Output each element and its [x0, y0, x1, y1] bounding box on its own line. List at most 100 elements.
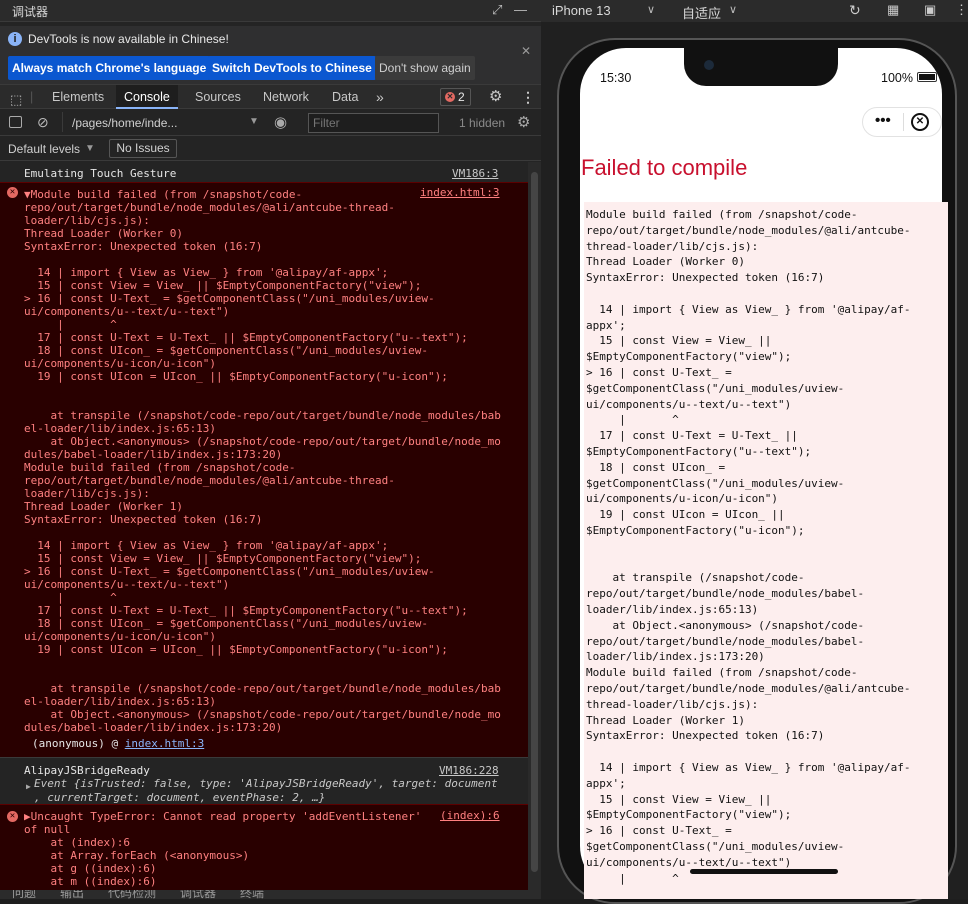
code-line: $EmptyComponentFactory("u-icon");	[586, 524, 805, 537]
phone-notch	[684, 46, 838, 86]
source-link[interactable]: VM186:3	[452, 167, 498, 180]
zoom-chevron-down-icon[interactable]: ∨	[729, 3, 737, 16]
code-line: thread-loader/lib/cjs.js):	[586, 239, 759, 253]
code-line: > 16 | const U-Text_ =	[586, 366, 732, 379]
zoom-select[interactable]: 自适应	[682, 3, 721, 22]
code-line: el-loader/lib/index.js:65:13)	[24, 695, 217, 708]
window-title: 调试器	[12, 5, 49, 19]
code-line: | ^	[24, 591, 117, 604]
tab-console[interactable]: Console	[116, 85, 178, 109]
device-chevron-down-icon[interactable]: ∨	[647, 3, 655, 16]
status-time: 15:30	[600, 71, 632, 85]
console-settings-gear-icon[interactable]: ⚙	[517, 113, 530, 131]
source-link[interactable]: VM186:228	[439, 764, 499, 777]
code-line: repo/out/target/bundle/node_modules/@ali…	[24, 201, 395, 214]
switch-to-chinese-button[interactable]: Switch DevTools to Chinese	[208, 56, 376, 80]
hidden-count: 1 hidden	[459, 116, 506, 130]
event-object-line[interactable]: Event {isTrusted: false, type: 'AlipayJS…	[34, 777, 498, 790]
code-line: 15 | const View = View_ || $EmptyCompone…	[24, 552, 422, 565]
refresh-icon[interactable]: ↻	[849, 2, 861, 19]
code-line: 19 | const UIcon = UIcon_ ||	[586, 508, 785, 522]
code-line: Thread Loader (Worker 1)	[24, 500, 183, 513]
code-line: at transpile (/snapshot/code-repo/out/ta…	[24, 682, 501, 695]
bottom-tab[interactable]: 代码检测	[108, 890, 156, 899]
sidebar-toggle-icon[interactable]	[9, 116, 22, 128]
bottom-panel-tabs: 问题 输出 代码检测 调试器 终端	[0, 890, 541, 899]
minimize-icon[interactable]: —	[514, 2, 527, 17]
code-line: appx';	[586, 318, 626, 332]
capsule-more-icon[interactable]: •••	[875, 112, 891, 129]
code-line: Thread Loader (Worker 0)	[586, 255, 745, 269]
bottom-tab[interactable]: 调试器	[180, 890, 216, 899]
anonymous-link[interactable]: index.html:3	[125, 737, 204, 750]
default-levels-dropdown[interactable]: Default levels	[8, 142, 80, 156]
bottom-tab[interactable]: 终端	[240, 890, 264, 899]
error-count-badge[interactable]: ✕ 2	[440, 88, 471, 106]
code-line: at Object.<anonymous> (/snapshot/code-re…	[24, 435, 501, 448]
code-line: $EmptyComponentFactory("view");	[586, 350, 792, 364]
more-tabs-icon[interactable]: »	[374, 85, 386, 109]
scrollbar-thumb[interactable]	[531, 172, 538, 872]
event-object-line[interactable]: , currentTarget: document, eventPhase: 2…	[34, 791, 325, 804]
code-line: at m ((index):6)	[24, 875, 157, 888]
code-line: > 16 | const U-Text_ = $getComponentClas…	[24, 292, 435, 305]
always-match-language-button[interactable]: Always match Chrome's language	[8, 56, 211, 80]
code-line: 19 | const UIcon = UIcon_ || $EmptyCompo…	[24, 370, 448, 383]
source-link[interactable]: index.html:3	[420, 186, 499, 199]
context-label: /pages/home/inde...	[72, 116, 178, 130]
console-scrollbar[interactable]	[528, 162, 541, 899]
clear-console-icon[interactable]: ⊘	[37, 114, 49, 131]
code-line: 17 | const U-Text = U-Text_ ||	[586, 429, 798, 443]
no-issues-button[interactable]: No Issues	[109, 139, 177, 158]
home-indicator	[690, 869, 838, 874]
code-line: Thread Loader (Worker 1)	[586, 713, 745, 727]
source-link[interactable]: (index):6	[440, 809, 500, 822]
eye-icon[interactable]: ◉	[274, 113, 287, 131]
code-line: appx';	[586, 776, 626, 790]
error-icon: ✕	[445, 92, 455, 102]
context-select[interactable]: /pages/home/inde... ▼	[62, 112, 262, 132]
tab-elements[interactable]: Elements	[50, 85, 106, 109]
code-line: 18 | const UIcon_ = $getComponentClass("…	[24, 617, 428, 630]
grid-icon[interactable]: ▦	[887, 2, 899, 18]
code-line: ui/components/u--text/u--text")	[24, 578, 230, 591]
code-line: repo/out/target/bundle/node_modules/babe…	[586, 587, 865, 601]
bottom-tab[interactable]: 问题	[12, 890, 36, 899]
infobar-message: DevTools is now available in Chinese!	[28, 32, 229, 46]
code-line: Module build failed (from /snapshot/code…	[586, 666, 858, 680]
devtools-panel: 调试器 ⤢ — i DevTools is now available in C…	[0, 0, 541, 899]
code-line: ui/components/u-icon/u-icon")	[24, 357, 217, 370]
infobar-close-icon[interactable]: ✕	[521, 44, 531, 58]
device-select[interactable]: iPhone 13	[552, 3, 611, 18]
code-line: ui/components/u-icon/u-icon")	[24, 630, 217, 643]
expand-triangle-icon[interactable]: ▶	[26, 780, 31, 793]
tab-network[interactable]: Network	[261, 85, 311, 109]
more-icon[interactable]: ⋮	[955, 2, 968, 18]
more-options-icon[interactable]: ⋮	[519, 85, 537, 109]
code-line: ▼Module build failed (from /snapshot/cod…	[24, 188, 303, 201]
tab-divider: |	[30, 90, 34, 104]
settings-gear-icon[interactable]: ⚙	[487, 85, 504, 109]
code-line: at g ((index):6)	[24, 862, 157, 875]
code-line: ▶Uncaught TypeError: Cannot read propert…	[24, 810, 422, 823]
code-line: | ^	[586, 871, 679, 885]
levels-bar: Default levels ▼ No Issues	[0, 137, 541, 161]
code-line: ui/components/u--text/u--text")	[24, 305, 230, 318]
code-line: ui/components/u--text/u--text")	[586, 397, 792, 411]
capsule-close-icon[interactable]: ✕	[911, 113, 929, 131]
code-line: $getComponentClass("/uni_modules/uview-	[586, 381, 845, 395]
tab-sources[interactable]: Sources	[193, 85, 243, 109]
dont-show-again-button[interactable]: Don't show again	[375, 56, 475, 80]
code-line: 18 | const UIcon_ = $getComponentClass("…	[24, 344, 428, 357]
dock-icon[interactable]: ⤢	[492, 2, 502, 18]
tab-data[interactable]: Data	[330, 85, 360, 109]
battery-icon	[917, 72, 937, 82]
filter-input[interactable]	[308, 113, 439, 133]
bottom-tab[interactable]: 输出	[60, 890, 84, 899]
code-line: 19 | const UIcon = UIcon_ || $EmptyCompo…	[24, 643, 448, 656]
code-line: repo/out/target/bundle/node_modules/@ali…	[24, 474, 395, 487]
code-line: 14 | import { View as View_ } from '@ali…	[586, 302, 911, 316]
screenshot-icon[interactable]: ▣	[924, 2, 936, 18]
code-line: 18 | const UIcon_ =	[586, 460, 726, 474]
inspect-element-icon[interactable]: ⬚	[8, 88, 24, 112]
